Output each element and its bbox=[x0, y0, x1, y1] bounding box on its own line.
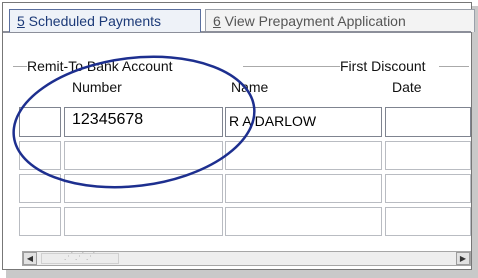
highlight-ellipse-shape bbox=[12, 55, 256, 189]
tab-mnemonic: 5 bbox=[17, 13, 25, 29]
tab-label: Scheduled Payments bbox=[24, 13, 161, 29]
scheduled-payments-window: 5 Scheduled Payments 6 View Prepayment A… bbox=[2, 2, 475, 270]
highlight-ellipse-annotation bbox=[12, 55, 256, 189]
frame-shadow-bottom bbox=[6, 270, 478, 278]
tab-scheduled-payments[interactable]: 5 Scheduled Payments bbox=[9, 9, 201, 32]
